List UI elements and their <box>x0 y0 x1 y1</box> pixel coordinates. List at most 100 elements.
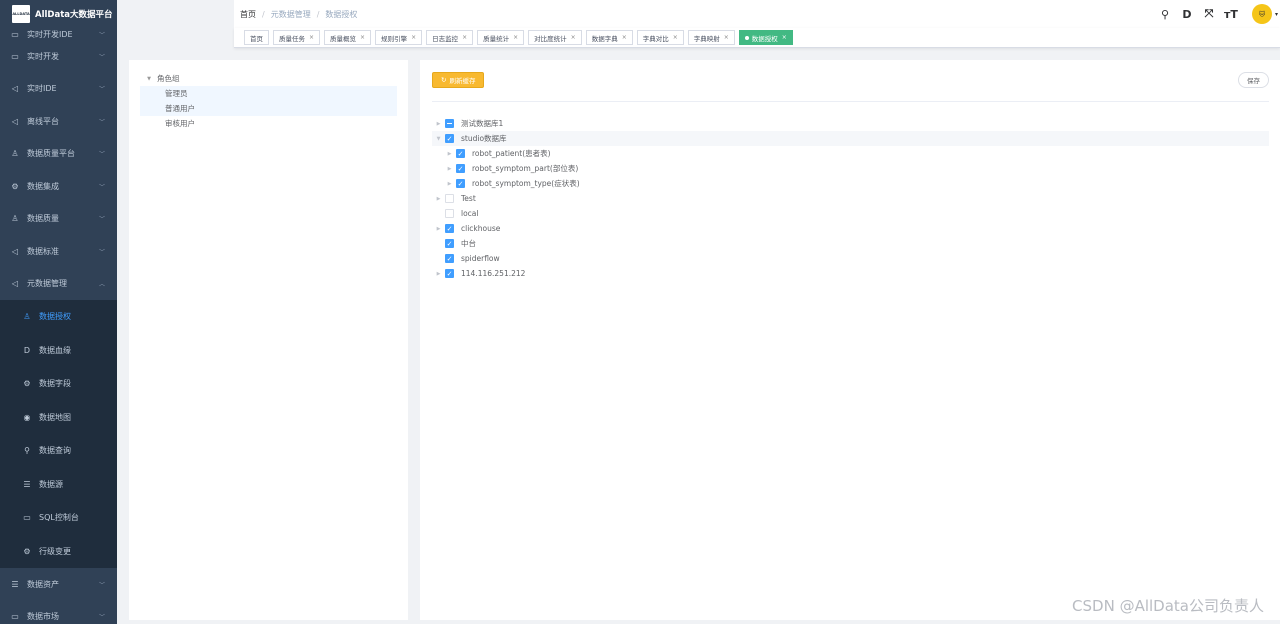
tag-label: 字典映射 <box>693 34 720 43</box>
tag-item[interactable]: 首页 <box>244 30 269 45</box>
sidebar-subitem[interactable]: ⚲ 数据查询 <box>0 434 117 468</box>
search-icon[interactable]: ⚲ <box>1154 8 1176 21</box>
sidebar-item[interactable]: ▭ 实时开发IDE ﹀ <box>0 28 117 40</box>
sidebar-item[interactable]: ♙ 数据质量平台 ﹀ <box>0 138 117 171</box>
db-tree-node[interactable]: ✓ spiderflow <box>432 251 1269 266</box>
menu-icon: ◉ <box>23 412 31 422</box>
caret-right-icon[interactable]: ▶ <box>443 166 456 172</box>
db-tree-node[interactable]: ▶ Test <box>432 191 1269 206</box>
db-tree-node[interactable]: ▶ ✓ robot_symptom_part(部位表) <box>432 161 1269 176</box>
role-tree-node[interactable]: 普通用户 <box>140 101 397 116</box>
close-icon[interactable]: × <box>673 34 678 41</box>
role-tree-root[interactable]: ▼ 角色组 <box>140 71 397 86</box>
role-tree-node-label: 审核用户 <box>165 119 195 128</box>
sidebar-subitem[interactable]: D 数据血缘 <box>0 334 117 368</box>
tag-item[interactable]: 字典映射 × <box>687 30 735 45</box>
close-icon[interactable]: × <box>724 34 729 41</box>
sidebar-item[interactable]: ◁ 数据标准 ﹀ <box>0 235 117 268</box>
doc-icon[interactable]: D <box>1176 8 1198 21</box>
tag-item[interactable]: 数据授权 × <box>738 30 793 45</box>
db-tree-node[interactable]: ▶ 测试数据库1 <box>432 116 1269 131</box>
close-icon[interactable]: × <box>782 34 787 41</box>
checkbox[interactable] <box>445 194 454 203</box>
caret-right-icon[interactable]: ▶ <box>432 271 445 277</box>
db-tree-node[interactable]: ▶ ✓ robot_patient(患者表) <box>432 146 1269 161</box>
sidebar-subitem[interactable]: ☰ 数据源 <box>0 468 117 502</box>
sidebar-subitem[interactable]: ◉ 数据地图 <box>0 401 117 435</box>
caret-down-icon[interactable]: ▼ <box>432 136 445 142</box>
fullscreen-icon[interactable]: ⤧ <box>1198 7 1220 21</box>
checkbox[interactable]: ✓ <box>456 179 465 188</box>
db-tree-node[interactable]: ▶ ✓ clickhouse <box>432 221 1269 236</box>
close-icon[interactable]: × <box>571 34 576 41</box>
checkbox[interactable] <box>445 119 454 128</box>
db-tree-node[interactable]: ▼ ✓ studio数据库 <box>432 131 1269 146</box>
db-tree-node[interactable]: local <box>432 206 1269 221</box>
sidebar-item[interactable]: ◁ 离线平台 ﹀ <box>0 105 117 138</box>
avatar[interactable]: 🐱 <box>1251 4 1272 24</box>
tag-item[interactable]: 规则引擎 × <box>375 30 423 45</box>
sidebar-item[interactable]: ⚙ 数据集成 ﹀ <box>0 170 117 203</box>
breadcrumb-current: 数据授权 <box>325 9 358 19</box>
close-icon[interactable]: × <box>513 34 518 41</box>
sidebar-item[interactable]: ▭ 数据市场 ﹀ <box>0 601 117 624</box>
sidebar-subitem-label: SQL控制台 <box>39 513 79 523</box>
caret-right-icon[interactable]: ▶ <box>432 121 445 127</box>
sidebar-item-label: 实时开发IDE <box>27 29 73 39</box>
checkbox[interactable]: ✓ <box>456 164 465 173</box>
refresh-icon: ↻ <box>441 76 447 84</box>
caret-right-icon[interactable]: ▶ <box>432 226 445 232</box>
sidebar-subitem[interactable]: ⚙ 数据字段 <box>0 367 117 401</box>
db-tree-node-label: robot_patient(患者表) <box>472 149 551 158</box>
caret-right-icon[interactable]: ▶ <box>432 196 445 202</box>
checkbox[interactable] <box>445 209 454 218</box>
caret-right-icon[interactable]: ▶ <box>443 151 456 157</box>
checkbox[interactable]: ✓ <box>445 254 454 263</box>
close-icon[interactable]: × <box>309 34 314 41</box>
menu-icon: ◁ <box>11 116 19 126</box>
caret-down-icon[interactable]: ▼ <box>144 76 154 82</box>
font-size-icon[interactable]: тT <box>1220 8 1242 21</box>
checkbox[interactable]: ✓ <box>445 269 454 278</box>
sidebar-item[interactable]: ▭ 实时开发 ﹀ <box>0 40 117 73</box>
sidebar-item[interactable]: ◁ 元数据管理 ︿ <box>0 268 117 301</box>
tag-item[interactable]: 对比度统计 × <box>528 30 582 45</box>
role-tree-node[interactable]: 管理员 <box>140 86 397 101</box>
chevron-down-icon: ﹀ <box>98 216 105 224</box>
navbar: 首页 / 元数据管理 / 数据授权 ⚲ D ⤧ тT 🐱 ▾ <box>234 0 1280 28</box>
tag-item[interactable]: 质量统计 × <box>477 30 525 45</box>
tag-item[interactable]: 质量概览 × <box>324 30 372 45</box>
save-button[interactable]: 保存 <box>1238 72 1269 88</box>
sidebar-item[interactable]: ☰ 数据资产 ﹀ <box>0 568 117 601</box>
close-icon[interactable]: × <box>411 34 416 41</box>
breadcrumb-home[interactable]: 首页 <box>240 9 256 20</box>
sidebar-subitem[interactable]: ⚙ 行级变更 <box>0 535 117 569</box>
tag-item[interactable]: 日志监控 × <box>426 30 474 45</box>
tag-item[interactable]: 质量任务 × <box>273 30 321 45</box>
close-icon[interactable]: × <box>360 34 365 41</box>
close-icon[interactable]: × <box>622 34 627 41</box>
sidebar-item-label: 数据市场 <box>27 612 59 622</box>
sidebar-subitem[interactable]: ▭ SQL控制台 <box>0 501 117 535</box>
logo: ALLDATA <box>12 5 30 23</box>
close-icon[interactable]: × <box>462 34 467 41</box>
chevron-down-icon: ﹀ <box>98 614 105 622</box>
role-tree-node[interactable]: 审核用户 <box>140 116 397 131</box>
sidebar-item[interactable]: ♙ 数据质量 ﹀ <box>0 203 117 236</box>
brand[interactable]: ALLDATA AllData大数据平台 <box>0 0 117 28</box>
tag-item[interactable]: 字典对比 × <box>636 30 684 45</box>
checkbox[interactable]: ✓ <box>445 224 454 233</box>
refresh-cache-button[interactable]: ↻ 刷新缓存 <box>432 72 485 88</box>
sidebar-item[interactable]: ◁ 实时IDE ﹀ <box>0 73 117 106</box>
sidebar-subitem[interactable]: ♙ 数据授权 <box>0 300 117 334</box>
caret-down-icon[interactable]: ▾ <box>1275 11 1278 18</box>
menu-icon: ♙ <box>11 214 19 224</box>
tag-item[interactable]: 数据字典 × <box>585 30 633 45</box>
checkbox[interactable]: ✓ <box>445 134 454 143</box>
checkbox[interactable]: ✓ <box>456 149 465 158</box>
db-tree-node[interactable]: ▶ ✓ 114.116.251.212 <box>432 266 1269 281</box>
checkbox[interactable]: ✓ <box>445 239 454 248</box>
db-tree-node[interactable]: ✓ 中台 <box>432 236 1269 251</box>
db-tree-node[interactable]: ▶ ✓ robot_symptom_type(症状表) <box>432 176 1269 191</box>
caret-right-icon[interactable]: ▶ <box>443 181 456 187</box>
